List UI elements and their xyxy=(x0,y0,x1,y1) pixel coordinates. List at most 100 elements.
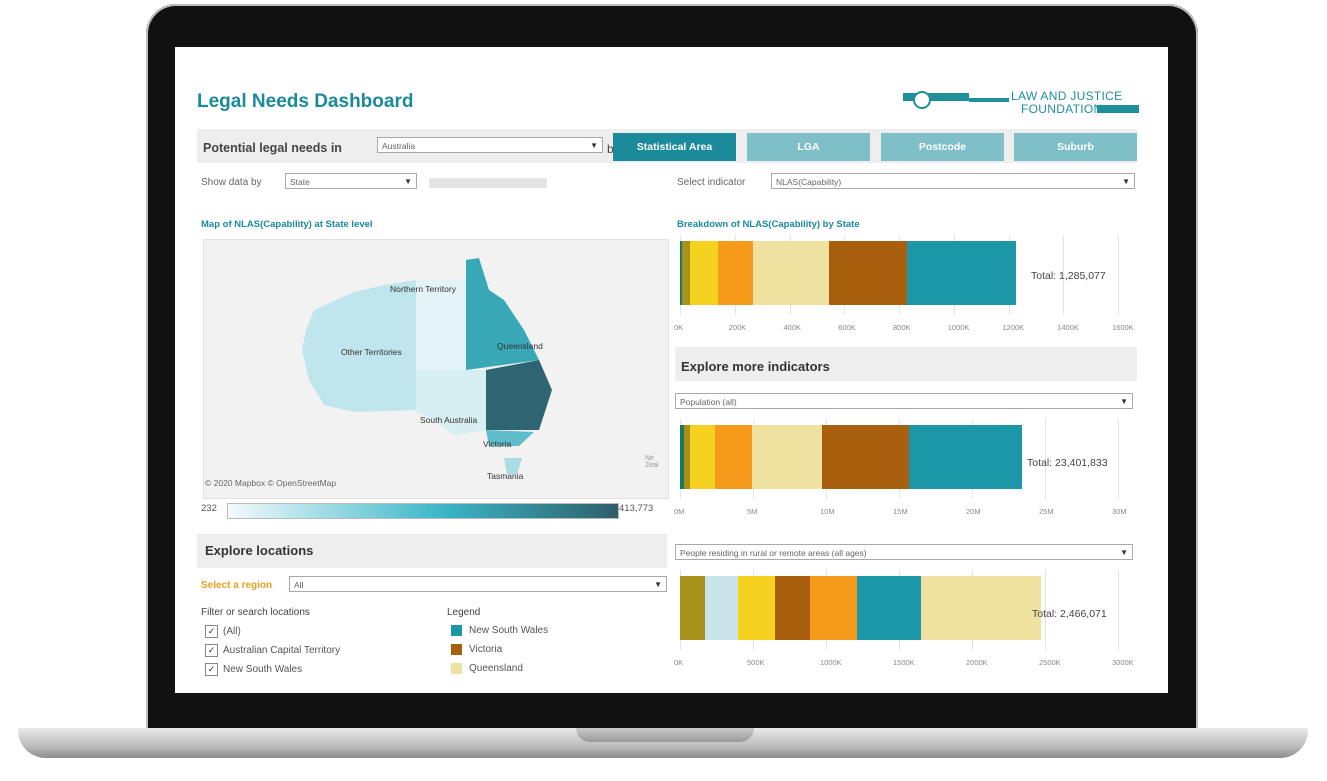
axis-tick-label: 0M xyxy=(674,507,685,516)
legend-item-nsw: New South Wales xyxy=(451,625,548,636)
dashboard-screen: Legal Needs Dashboard LAW AND JUSTICE FO… xyxy=(175,47,1168,693)
rural-total: Total: 2,466,071 xyxy=(1032,608,1107,620)
axis-tick-label: 0K xyxy=(674,658,684,667)
axis-tick-label: 500K xyxy=(747,658,765,667)
region-select[interactable]: All ▼ xyxy=(289,576,667,592)
map-svg xyxy=(302,258,552,474)
bar-segment[interactable] xyxy=(828,241,907,305)
location-checkbox-act[interactable]: ✓ Australian Capital Territory xyxy=(205,644,340,657)
breakdown-total: Total: 1,285,077 xyxy=(1031,270,1106,282)
axis-tick-label: 25M xyxy=(1039,507,1054,516)
axis-tick-label: 15M xyxy=(893,507,908,516)
bar-segment[interactable] xyxy=(920,576,1041,640)
bar-segment[interactable] xyxy=(690,425,716,489)
axis-tick-label: 3000K xyxy=(1112,658,1134,667)
population-chart: 0M 5M 10M 15M 20M 25M 30M xyxy=(674,419,1133,525)
country-select[interactable]: Australia ▼ xyxy=(377,137,603,153)
axis-tick-label: 2000K xyxy=(966,658,988,667)
logo-line2: FOUNDATION xyxy=(1021,102,1103,116)
australia-map[interactable] xyxy=(203,239,669,499)
tab-postcode[interactable]: Postcode xyxy=(881,133,1004,161)
axis-tick-label: 1600K xyxy=(1112,323,1134,332)
map-label-other-territories: Other Territories xyxy=(341,347,402,357)
explore-locations-heading: Explore locations xyxy=(205,543,314,558)
bar-segment[interactable] xyxy=(690,241,718,305)
indicator-select-population[interactable]: Population (all) ▼ xyxy=(675,393,1133,409)
chart-gridline xyxy=(1118,419,1119,499)
legend-label: New South Wales xyxy=(469,625,549,637)
bar-segment[interactable] xyxy=(906,241,1017,305)
law-justice-foundation-logo: LAW AND JUSTICE FOUNDATION xyxy=(903,89,1141,119)
explore-indicators-heading: Explore more indicators xyxy=(681,359,830,374)
bar-segment[interactable] xyxy=(909,425,1022,489)
legal-needs-label: Potential legal needs in xyxy=(203,141,342,155)
bar-segment[interactable] xyxy=(751,425,822,489)
laptop-notch xyxy=(576,728,754,742)
toolbar: Potential legal needs in Australia ▼ by … xyxy=(197,129,1137,163)
color-scale-gradient xyxy=(227,503,619,519)
color-scale-min: 232 xyxy=(201,503,217,514)
axis-tick-label: 400K xyxy=(783,323,802,332)
chart-gridline xyxy=(1118,235,1119,315)
person-icon xyxy=(913,91,931,109)
bar-segment[interactable] xyxy=(717,241,754,305)
bar-segment[interactable] xyxy=(753,241,829,305)
checkmark-icon: ✓ xyxy=(205,663,218,676)
show-data-by-select[interactable]: State ▼ xyxy=(285,173,417,189)
color-scale-max: 413,773 xyxy=(619,503,654,514)
show-data-by-value: State xyxy=(290,177,310,187)
axis-tick-label: 10M xyxy=(820,507,835,516)
axis-tick-label: 1000K xyxy=(820,658,842,667)
location-checkbox-label: Australian Capital Territory xyxy=(223,645,341,657)
bar-segment[interactable] xyxy=(682,241,691,305)
map-region-new-south-wales[interactable] xyxy=(486,360,552,430)
dropdown-arrow-icon: ▼ xyxy=(590,141,598,150)
location-checkbox-all[interactable]: ✓ (All) xyxy=(205,625,241,638)
population-select-value: Population (all) xyxy=(680,397,737,407)
map-label-south-australia: South Australia xyxy=(420,415,478,425)
rural-chart: 0K 500K 1000K 1500K 2000K 2500K 3000K xyxy=(674,570,1134,676)
bar-segment[interactable] xyxy=(809,576,857,640)
range-slider-fill xyxy=(429,178,547,188)
rural-select-value: People residing in rural or remote areas… xyxy=(680,548,867,558)
map-region-queensland[interactable] xyxy=(466,258,539,370)
filter-locations-title: Filter or search locations xyxy=(201,607,310,618)
axis-tick-label: 800K xyxy=(893,323,911,332)
bar-segment[interactable] xyxy=(704,576,739,640)
bar-segment[interactable] xyxy=(738,576,775,640)
bar-segment[interactable] xyxy=(821,425,910,489)
legend-title: Legend xyxy=(447,607,481,618)
dropdown-arrow-icon: ▼ xyxy=(654,580,662,589)
bar-segment[interactable] xyxy=(774,576,810,640)
select-indicator-label: Select indicator xyxy=(677,177,746,188)
breakdown-chart: 0K 200K 400K 600K 800K 1000K 1200K 1400K 1600K xyxy=(674,235,1134,335)
tab-lga[interactable]: LGA xyxy=(747,133,870,161)
population-total: Total: 23,401,833 xyxy=(1027,457,1108,469)
axis-tick-label: 1400K xyxy=(1057,323,1079,332)
dropdown-arrow-icon: ▼ xyxy=(404,177,412,186)
bar-segment[interactable] xyxy=(715,425,752,489)
location-checkbox-nsw[interactable]: ✓ New South Wales xyxy=(205,663,302,676)
bar-segment[interactable] xyxy=(680,576,705,640)
indicator-select[interactable]: NLAS(Capability) ▼ xyxy=(771,173,1135,189)
legend-item-victoria: Victoria xyxy=(451,644,502,655)
logo-line1: LAW AND JUSTICE xyxy=(1011,89,1123,103)
axis-tick-label: 1200K xyxy=(1002,323,1025,332)
map-section-label: Map of NLAS(Capability) at State level xyxy=(201,219,373,230)
axis-tick-label: 1000K xyxy=(947,323,970,332)
tab-suburb[interactable]: Suburb xyxy=(1014,133,1137,161)
indicator-select-rural[interactable]: People residing in rural or remote areas… xyxy=(675,544,1133,560)
dropdown-arrow-icon: ▼ xyxy=(1120,397,1128,406)
map-region-western-australia[interactable] xyxy=(302,280,416,412)
breakdown-section-label: Breakdown of NLAS(Capability) by State xyxy=(677,219,860,230)
axis-tick-label: 30M xyxy=(1112,507,1127,516)
axis-tick-label: 600K xyxy=(838,323,856,332)
tab-statistical-area[interactable]: Statistical Area xyxy=(613,133,736,161)
axis-tick-label: 1500K xyxy=(893,658,915,667)
map-region-south-australia[interactable] xyxy=(416,370,486,435)
axis-tick-label: 20M xyxy=(966,507,981,516)
axis-tick-label: 200K xyxy=(728,323,747,332)
indicator-select-value: NLAS(Capability) xyxy=(776,177,842,187)
bar-segment[interactable] xyxy=(856,576,921,640)
map-edge-label: Ne Zeal xyxy=(645,455,659,469)
